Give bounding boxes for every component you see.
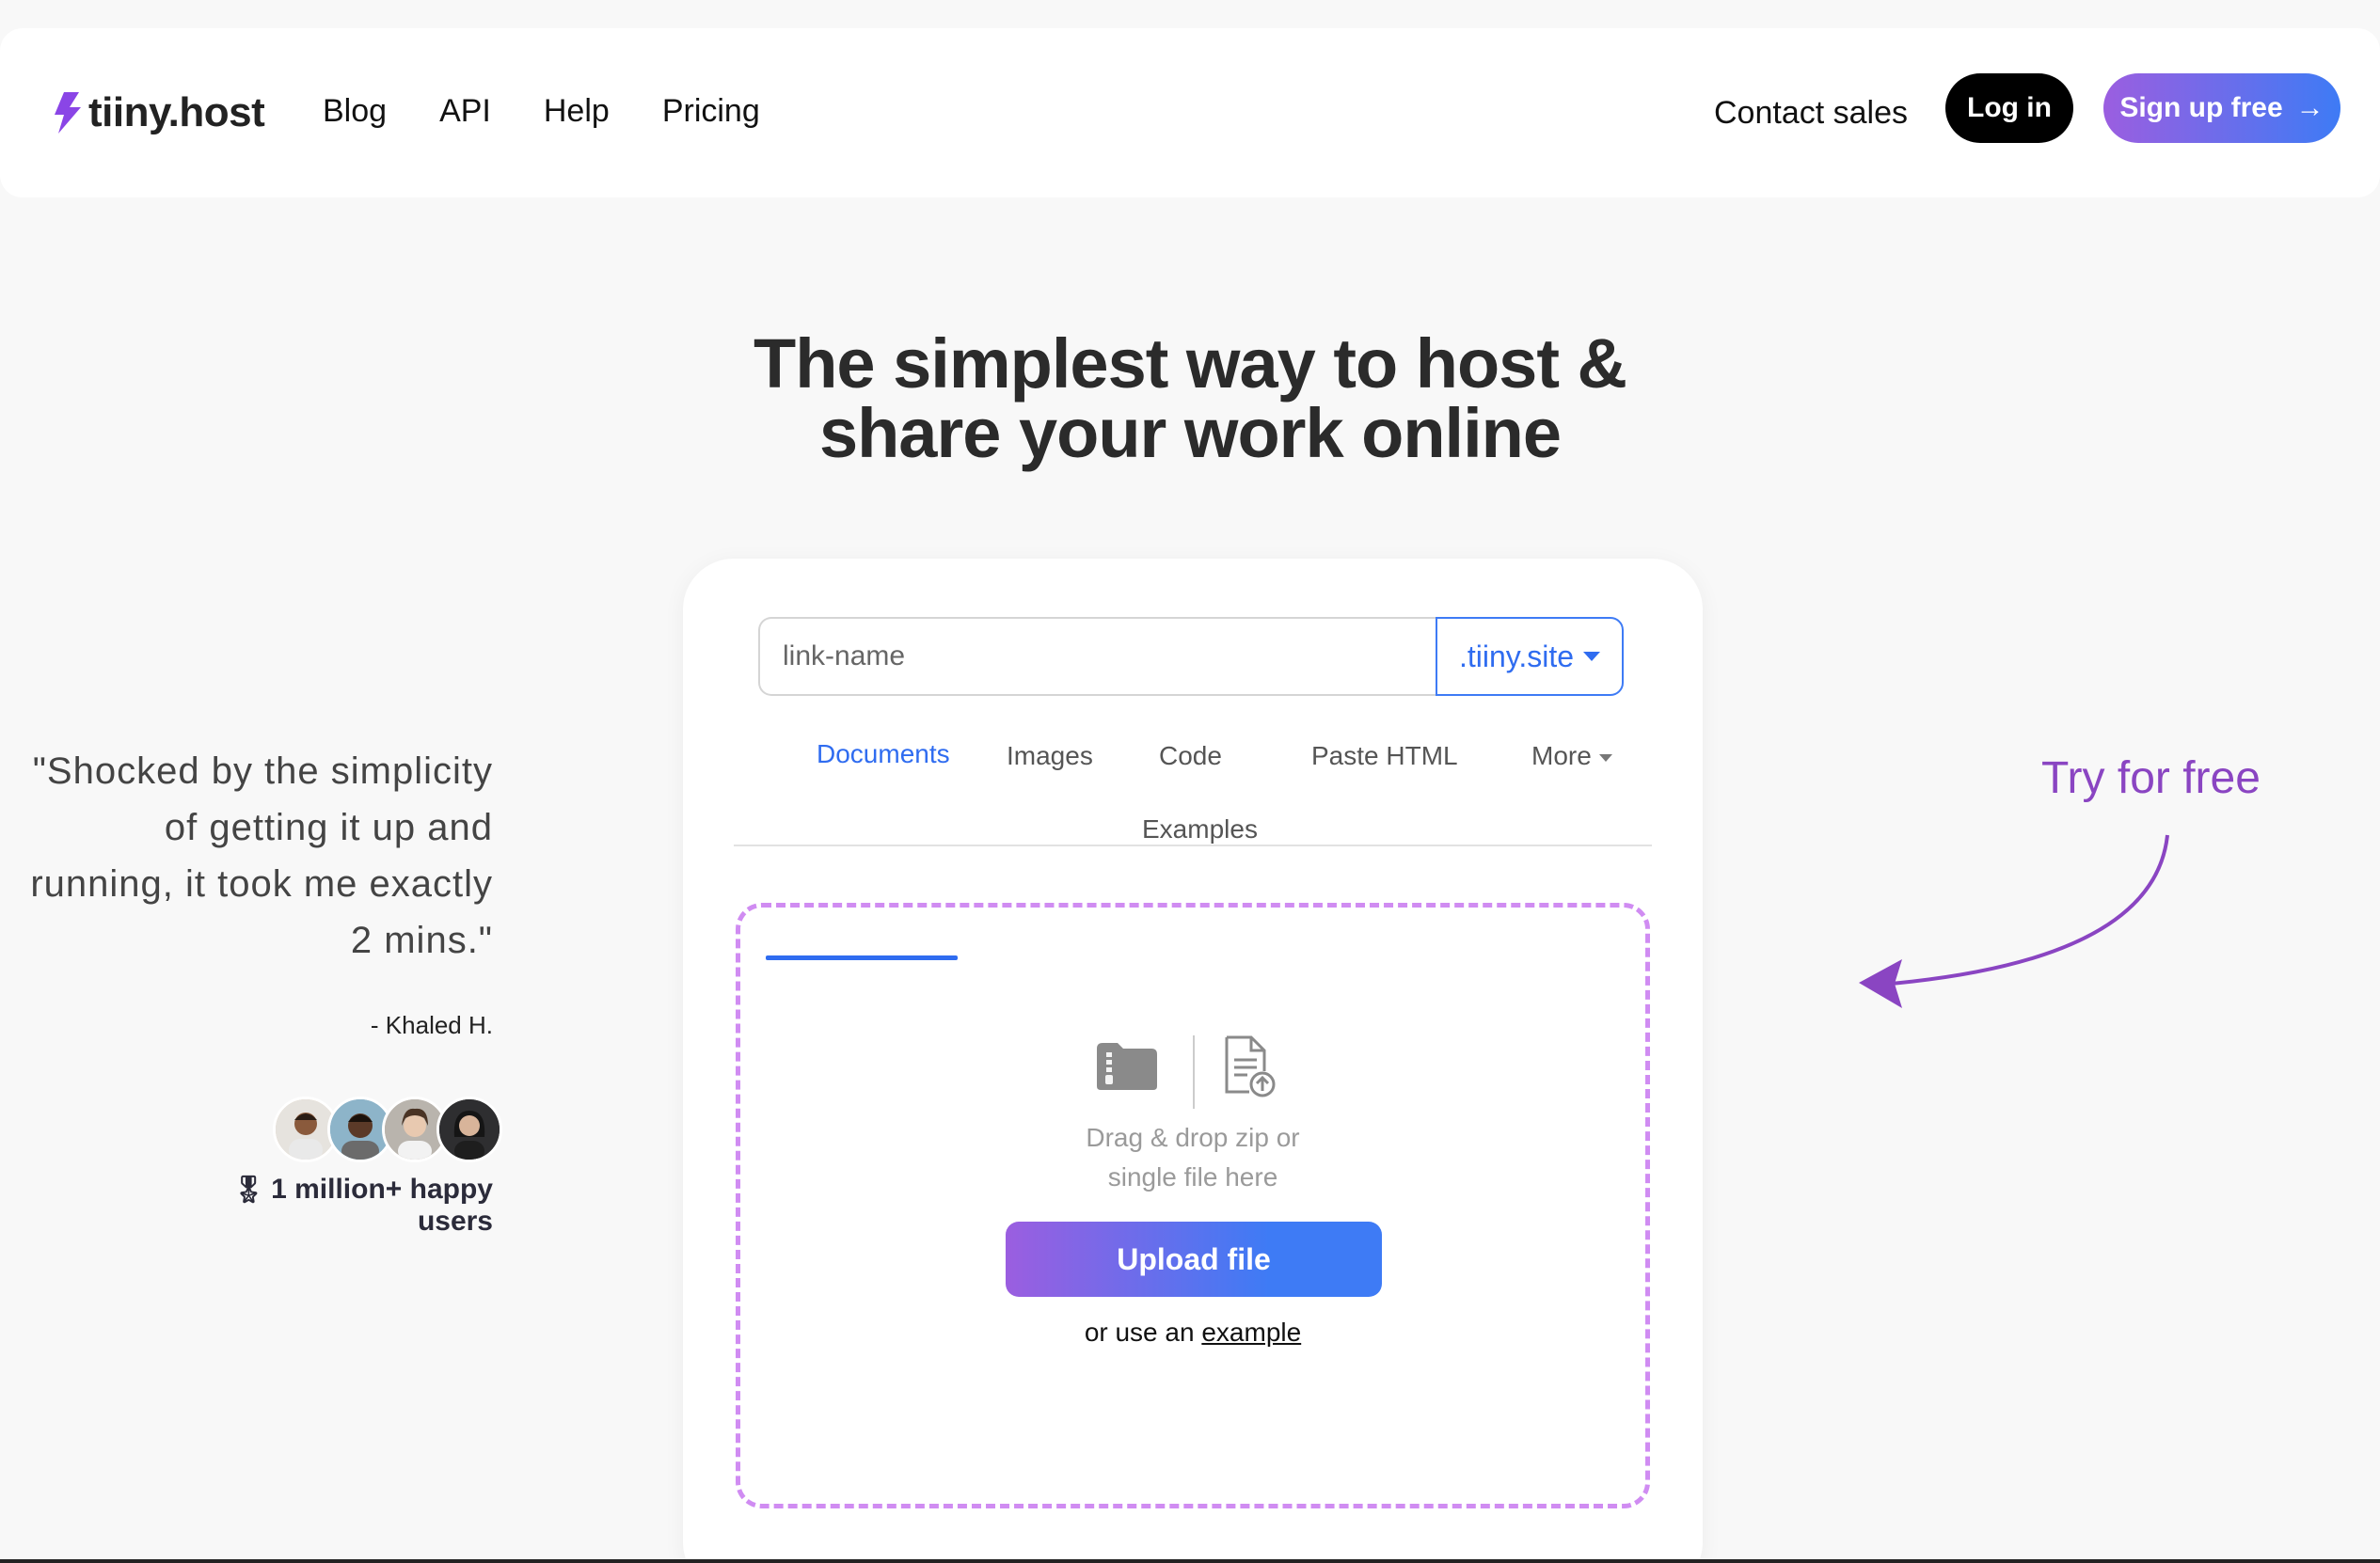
logo[interactable]: tiiny.host (51, 85, 265, 141)
site-header: tiiny.host Blog API Help Pricing Contact… (0, 28, 2380, 197)
file-upload-icon (1225, 1035, 1276, 1097)
medal-icon: 🎖 (231, 1175, 266, 1204)
page: tiiny.host Blog API Help Pricing Contact… (0, 0, 2380, 1563)
caret-down-icon (1583, 652, 1601, 661)
dropzone-text: Drag & drop zip or single file here (740, 1118, 1645, 1197)
tab-more-label: More (1531, 741, 1592, 770)
upload-tabs: Documents Images Code Paste HTML More Ex… (734, 724, 1652, 960)
file-dropzone[interactable]: Drag & drop zip or single file here Uplo… (736, 903, 1650, 1508)
testimonial-author: - Khaled H. (370, 1011, 493, 1039)
tab-images[interactable]: Images (1007, 737, 1093, 775)
tab-examples[interactable]: Examples (1142, 811, 1258, 848)
contact-sales-link[interactable]: Contact sales (1714, 85, 1908, 141)
nav-help[interactable]: Help (544, 83, 610, 139)
link-name-input[interactable] (758, 617, 1436, 696)
logo-text: tiiny.host (88, 89, 265, 135)
main-nav: Blog API Help Pricing (323, 83, 813, 139)
domain-dropdown[interactable]: .tiiny.site (1436, 617, 1624, 696)
tab-paste-html[interactable]: Paste HTML (1311, 737, 1458, 775)
link-input-group: .tiiny.site (758, 617, 1624, 696)
example-link[interactable]: example (1201, 1318, 1301, 1347)
dropzone-line2: single file here (1107, 1162, 1278, 1192)
users-badge-text: 1 million+ happy users (271, 1174, 493, 1237)
dropzone-line1: Drag & drop zip or (1086, 1123, 1300, 1152)
bolt-logo-icon (55, 92, 81, 134)
hero-title-line2: share your work online (818, 394, 1562, 472)
nav-api[interactable]: API (439, 83, 491, 139)
signup-label: Sign up free (2119, 92, 2283, 123)
signup-button[interactable]: Sign up free → (2103, 73, 2340, 143)
testimonial-quote: "Shocked by the simplicity of getting it… (30, 750, 493, 961)
icon-divider (1193, 1035, 1195, 1109)
upload-card: .tiiny.site Documents Images Code Paste … (683, 559, 1703, 1563)
caret-down-icon (1598, 753, 1612, 762)
avatar (436, 1097, 502, 1162)
example-prefix: or use an (1084, 1318, 1195, 1347)
bottom-border (0, 1559, 2380, 1563)
nav-pricing[interactable]: Pricing (662, 83, 760, 139)
try-for-free-callout: Try for free (2041, 753, 2261, 803)
login-label: Log in (1967, 92, 2052, 123)
curved-arrow-icon (1859, 834, 2169, 1008)
tab-documents[interactable]: Documents (817, 735, 950, 773)
hero-title-line1: The simplest way to host & (754, 324, 1627, 403)
dropzone-icons (1093, 1026, 1300, 1111)
arrow-right-icon: → (2295, 92, 2324, 123)
user-avatars (273, 1097, 508, 1162)
zip-folder-icon (1097, 1043, 1157, 1090)
upload-file-button[interactable]: Upload file (1006, 1222, 1382, 1297)
hero-title: The simplest way to host & share your wo… (602, 329, 1778, 468)
example-line: or use an example (740, 1318, 1645, 1348)
tab-more[interactable]: More (1531, 737, 1612, 775)
domain-label: .tiiny.site (1458, 639, 1575, 673)
users-badge: 🎖 1 million+ happy users (179, 1174, 493, 1238)
tab-code[interactable]: Code (1159, 737, 1222, 775)
login-button[interactable]: Log in (1945, 73, 2073, 143)
nav-blog[interactable]: Blog (323, 83, 387, 139)
